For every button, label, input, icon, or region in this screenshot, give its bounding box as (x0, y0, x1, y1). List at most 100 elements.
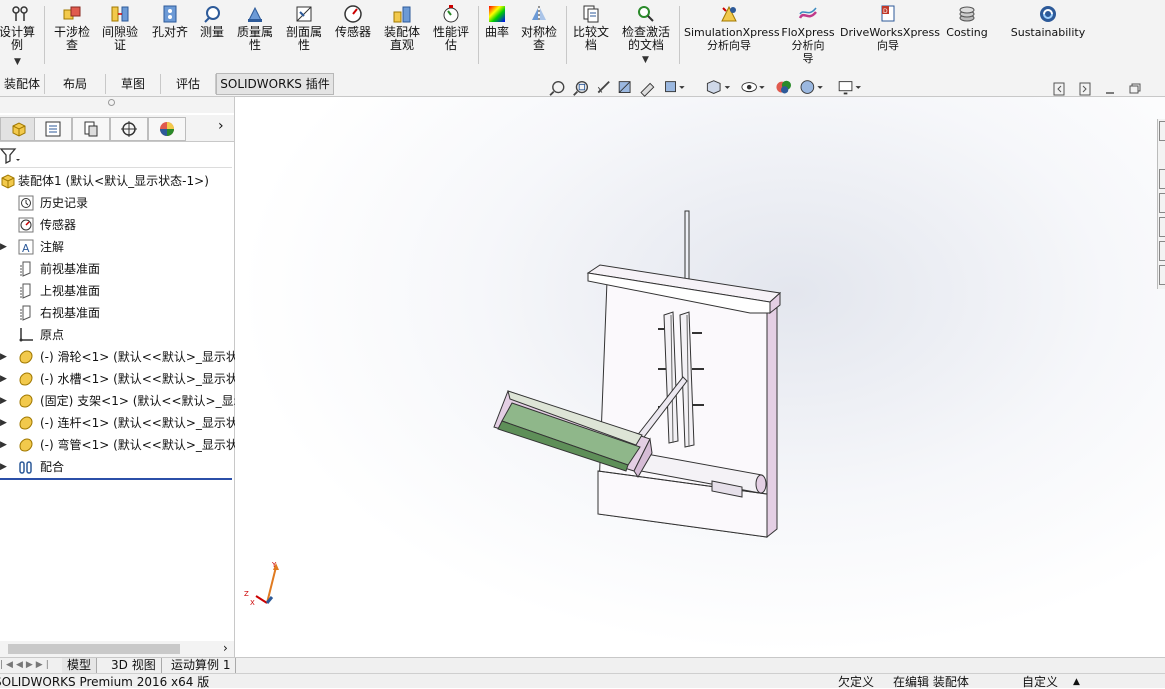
chevron-down-icon[interactable]: ▼ (642, 54, 649, 67)
previous-doc-icon[interactable] (1053, 82, 1065, 96)
tab-propertymanager[interactable] (34, 117, 72, 141)
interference-check-button[interactable]: 干涉检 查 (50, 4, 94, 66)
symmetry-check-button[interactable]: 对称检 查 (516, 4, 562, 66)
tree-item-component-link[interactable]: ▶ (-) 连杆<1> (默认<<默认>_显示状 (0, 413, 238, 433)
expand-arrow-icon[interactable]: ▶ (0, 457, 7, 477)
section-properties-label: 剖面属 性 (285, 25, 322, 52)
zoom-to-area-icon[interactable] (573, 80, 589, 96)
plane-icon (20, 261, 31, 277)
tab-sketch[interactable]: 草图 (106, 74, 161, 94)
tab-dimxpertmanager[interactable] (110, 117, 148, 141)
costing-button[interactable]: Costing (942, 4, 992, 66)
driveworksxpress-button[interactable]: D DriveWorksXpress 向导 (840, 4, 940, 66)
tab-3d-views[interactable]: 3D 视图 (106, 658, 162, 673)
expand-arrow-icon[interactable]: ▶ (0, 369, 7, 389)
compare-documents-button[interactable]: 比较文 档 (570, 4, 612, 66)
tab-assembly[interactable]: 装配体 (0, 74, 45, 94)
triad-z-label: Z (244, 590, 249, 598)
tree-item-component-bracket[interactable]: ▶ (固定) 支架<1> (默认<<默认>_显示 (0, 391, 246, 411)
check-active-document-label: 检查激活 的文档 (621, 25, 670, 52)
tab-motion-study[interactable]: 运动算例 1 (166, 658, 237, 673)
zoom-to-fit-icon[interactable] (549, 80, 565, 96)
design-study-button[interactable]: 设计算 例 ▼ (0, 4, 40, 69)
chevron-down-icon[interactable]: ▼ (14, 56, 21, 69)
assembly-model[interactable] (480, 209, 820, 549)
task-pane-tab-custom[interactable] (1159, 265, 1165, 285)
tab-featuremanager[interactable] (0, 117, 38, 141)
tab-layout[interactable]: 布局 (45, 74, 106, 94)
edit-appearance-icon[interactable] (776, 80, 791, 94)
tree-item-sensors[interactable]: 传感器 (0, 215, 232, 235)
filter-icon[interactable] (0, 147, 22, 165)
sustainability-button[interactable]: Sustainability (1006, 4, 1090, 66)
part-icon (19, 394, 33, 408)
simulationxpress-button[interactable]: SimulationXpress 分析向导 (684, 4, 780, 66)
restore-icon[interactable] (1129, 83, 1141, 94)
tree-item-right-plane[interactable]: 右视基准面 (0, 303, 232, 323)
mass-properties-button[interactable]: 质量属 性 (233, 4, 277, 66)
chevron-right-icon[interactable]: › (223, 641, 228, 655)
tab-scroll-buttons[interactable]: |◀◀▶▶| (0, 660, 56, 671)
tab-configurationmanager[interactable] (72, 117, 110, 141)
tree-item-label: (-) 水槽<1> (默认<<默认>_显示状 (40, 372, 238, 386)
assembly-visualization-button[interactable]: 装配体 直观 (380, 4, 424, 66)
compare-documents-icon (583, 5, 599, 23)
tree-item-annotations[interactable]: ▶ A 注解 (0, 237, 232, 257)
task-pane-tab-appearances[interactable] (1159, 241, 1165, 261)
clearance-verification-button[interactable]: 间隙验 证 (98, 4, 142, 66)
previous-view-icon[interactable] (597, 80, 610, 94)
curvature-button[interactable]: 曲率 (481, 4, 513, 66)
plane-icon (20, 283, 31, 299)
tab-solidworks-addins[interactable]: SOLIDWORKS 插件 (216, 73, 334, 95)
hole-alignment-button[interactable]: 孔对齐 (148, 4, 192, 66)
tree-item-mates[interactable]: ▶ 配合 (0, 457, 232, 477)
tree-item-component-pulley[interactable]: ▶ (-) 滑轮<1> (默认<<默认>_显示状 (0, 347, 238, 367)
section-properties-button[interactable]: 剖面属 性 (282, 4, 326, 66)
task-pane-tab-explorer[interactable] (1159, 193, 1165, 213)
chevron-right-icon[interactable]: › (218, 118, 224, 134)
floxpress-button[interactable]: FloXpress 分析向 导 (780, 4, 836, 66)
tree-root-assembly[interactable]: 装配体1 (默认<默认_显示状态-1>) (0, 171, 232, 191)
tree-item-origin[interactable]: 原点 (0, 325, 232, 345)
tree-item-label: (固定) 支架<1> (默认<<默认>_显示 (40, 394, 246, 408)
task-pane-tab-views[interactable] (1159, 217, 1165, 237)
tree-item-top-plane[interactable]: 上视基准面 (0, 281, 232, 301)
task-pane-tab-resources[interactable] (1159, 121, 1165, 141)
tree-item-component-sink[interactable]: ▶ (-) 水槽<1> (默认<<默认>_显示状 (0, 369, 238, 389)
expand-arrow-icon[interactable]: ▶ (0, 391, 7, 411)
sensor-icon (18, 217, 34, 233)
tree-item-history[interactable]: 历史记录 (0, 193, 232, 213)
expand-arrow-icon[interactable]: ▶ (0, 435, 7, 455)
scrollbar-thumb[interactable] (8, 644, 180, 654)
floxpress-icon (798, 7, 817, 19)
tab-evaluate[interactable]: 评估 (161, 74, 216, 94)
panel-splitter[interactable] (0, 97, 234, 113)
dynamic-annotation-icon[interactable] (640, 82, 655, 97)
task-pane-tab-library[interactable] (1159, 169, 1165, 189)
splitter-handle-icon[interactable] (108, 99, 115, 106)
hide-show-items-icon[interactable] (741, 82, 765, 93)
view-orientation-icon[interactable] (665, 81, 685, 93)
performance-evaluation-button[interactable]: 性能评 估 (429, 4, 473, 66)
view-settings-icon[interactable] (838, 81, 861, 95)
check-active-document-button[interactable]: 检查激活 的文档 ▼ (617, 4, 675, 66)
plane-icon (20, 305, 31, 321)
section-view-icon[interactable] (618, 81, 631, 93)
tree-filter[interactable] (0, 145, 232, 168)
horizontal-scrollbar[interactable]: › (0, 641, 234, 657)
tree-item-component-elbow[interactable]: ▶ (-) 弯管<1> (默认<<默认>_显示状 (0, 435, 238, 455)
measure-button[interactable]: 测量 (196, 4, 228, 66)
tab-model[interactable]: 模型 (62, 658, 98, 673)
tree-item-label: 历史记录 (40, 196, 89, 210)
expand-arrow-icon[interactable]: ▶ (0, 413, 7, 433)
next-doc-icon[interactable] (1079, 82, 1091, 96)
tree-item-front-plane[interactable]: 前视基准面 (0, 259, 232, 279)
expand-arrow-icon[interactable]: ▶ (0, 237, 7, 257)
tab-displaymanager[interactable] (148, 117, 186, 141)
graphics-area[interactable]: Y Z X (235, 80, 1165, 657)
apply-scene-icon[interactable] (800, 80, 823, 94)
rollback-bar[interactable] (0, 478, 232, 480)
expand-arrow-icon[interactable]: ▶ (0, 347, 7, 367)
display-style-icon[interactable] (706, 80, 731, 94)
sensor-button[interactable]: 传感器 (330, 4, 376, 66)
